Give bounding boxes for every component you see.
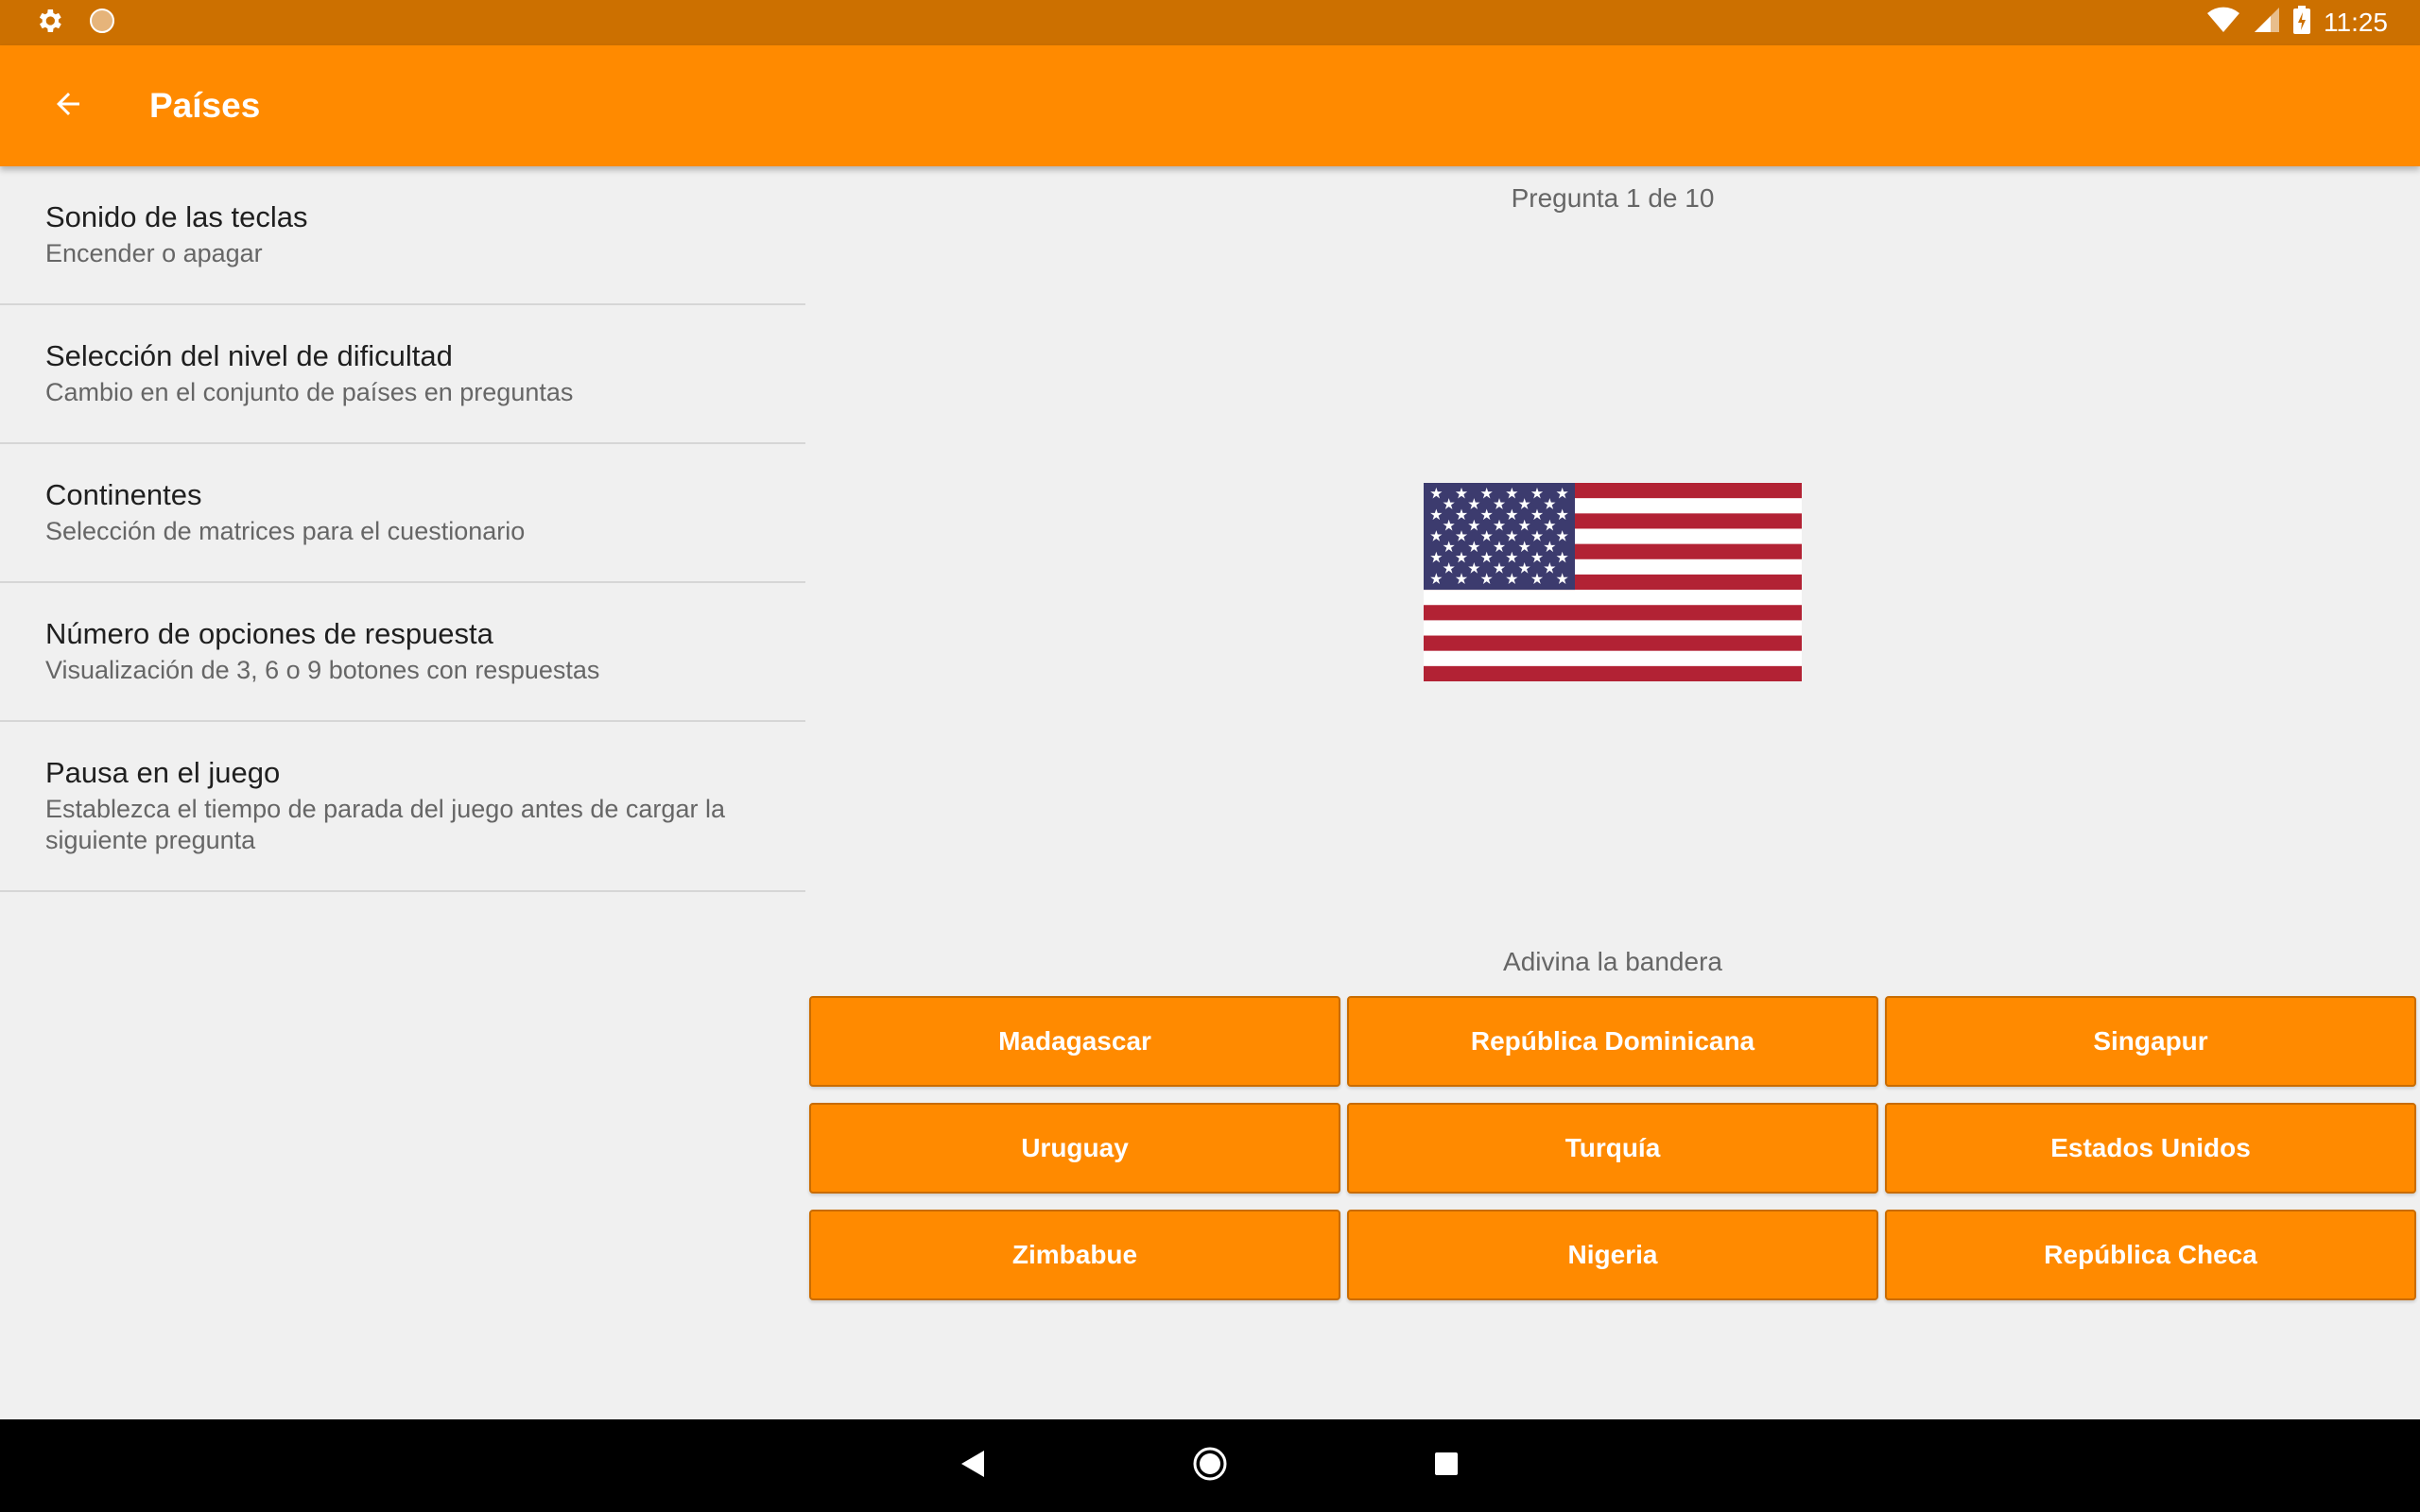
settings-panel: Sonido de las teclas Encender o apagar S… xyxy=(0,166,805,892)
setting-subtitle: Establezca el tiempo de parada del juego… xyxy=(45,795,725,854)
status-right: 11:25 xyxy=(2206,5,2420,41)
setting-continents[interactable]: Continentes Selección de matrices para e… xyxy=(0,444,805,583)
answer-button[interactable]: Zimbabue xyxy=(809,1210,1340,1300)
answer-button[interactable]: Turquía xyxy=(1347,1103,1878,1194)
battery-charging-icon xyxy=(2293,5,2310,41)
answer-button[interactable]: República Checa xyxy=(1885,1210,2416,1300)
question-counter: Pregunta 1 de 10 xyxy=(1511,183,1715,213)
back-button[interactable] xyxy=(34,72,102,140)
answer-button[interactable]: Uruguay xyxy=(809,1103,1340,1194)
answer-button[interactable]: República Dominicana xyxy=(1347,996,1878,1087)
status-left xyxy=(0,6,115,41)
setting-difficulty[interactable]: Selección del nivel de dificultad Cambio… xyxy=(0,305,805,444)
setting-title: Selección del nivel de dificultad xyxy=(45,339,453,372)
setting-key-sound[interactable]: Sonido de las teclas Encender o apagar xyxy=(0,166,805,305)
nav-home-button[interactable] xyxy=(1182,1437,1238,1494)
quiz-prompt: Adivina la bandera xyxy=(1503,947,1722,976)
answer-grid: Madagascar República Dominicana Singapur… xyxy=(809,996,2416,1300)
recents-square-icon xyxy=(1433,1451,1460,1482)
nav-recents-button[interactable] xyxy=(1418,1437,1475,1494)
setting-title: Continentes xyxy=(45,478,202,511)
status-bar: 11:25 xyxy=(0,0,2420,45)
answer-button[interactable]: Singapur xyxy=(1885,996,2416,1087)
answer-button[interactable]: Madagascar xyxy=(809,996,1340,1087)
app-bar: Países xyxy=(0,45,2420,166)
answer-button[interactable]: Nigeria xyxy=(1347,1210,1878,1300)
quiz-panel: Pregunta 1 de 10 Adivina la bandera Mada… xyxy=(805,166,2420,1419)
setting-title: Número de opciones de respuesta xyxy=(45,617,493,650)
united-states-flag xyxy=(1424,483,1802,681)
nav-back-button[interactable] xyxy=(945,1437,1002,1494)
clock: 11:25 xyxy=(2324,8,2388,37)
home-circle-icon xyxy=(1191,1445,1229,1487)
answer-button[interactable]: Estados Unidos xyxy=(1885,1103,2416,1194)
setting-subtitle: Selección de matrices para el cuestionar… xyxy=(45,517,526,545)
circle-app-icon xyxy=(89,8,115,39)
wifi-icon xyxy=(2206,6,2240,41)
setting-game-pause[interactable]: Pausa en el juego Establezca el tiempo d… xyxy=(0,722,805,892)
setting-subtitle: Cambio en el conjunto de países en pregu… xyxy=(45,378,574,406)
back-triangle-icon xyxy=(959,1449,988,1484)
setting-subtitle: Encender o apagar xyxy=(45,239,263,267)
setting-answer-options[interactable]: Número de opciones de respuesta Visualiz… xyxy=(0,583,805,722)
arrow-back-icon xyxy=(51,87,85,126)
setting-title: Pausa en el juego xyxy=(45,756,281,789)
setting-subtitle: Visualización de 3, 6 o 9 botones con re… xyxy=(45,656,600,684)
signal-icon xyxy=(2254,7,2280,40)
setting-title: Sonido de las teclas xyxy=(45,200,308,233)
navigation-bar xyxy=(0,1419,2420,1512)
gear-icon xyxy=(34,6,64,41)
page-title: Países xyxy=(149,86,261,125)
